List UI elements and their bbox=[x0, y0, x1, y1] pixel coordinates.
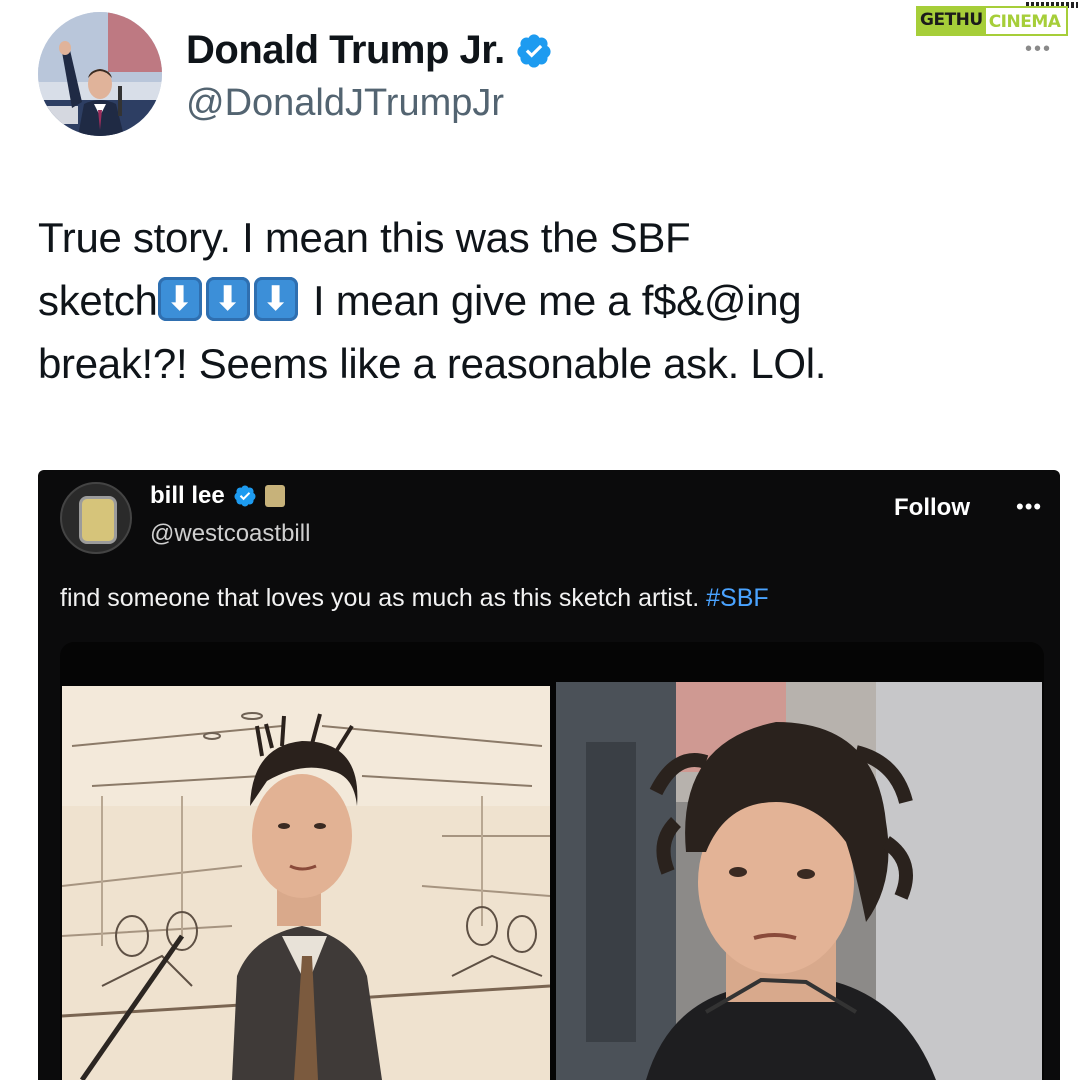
profile-photo bbox=[38, 12, 162, 136]
author-avatar[interactable] bbox=[38, 12, 162, 136]
embedded-author-handle[interactable]: @westcoastbill bbox=[150, 520, 310, 548]
tweet-line-1: True story. I mean this was the SBF bbox=[38, 214, 691, 261]
down-arrow-icon bbox=[205, 277, 250, 321]
down-arrow-icon bbox=[157, 277, 202, 321]
photo-image[interactable] bbox=[556, 682, 1042, 1080]
embedded-name-row: bill lee bbox=[150, 482, 285, 510]
more-options-icon[interactable]: ••• bbox=[1025, 38, 1052, 61]
watermark-part1: GETHU bbox=[916, 6, 986, 36]
tweet-line-2: sketch I mean give me a f$&@ing bbox=[38, 269, 1038, 332]
tweet-text: True story. I mean this was the SBF sket… bbox=[38, 206, 1038, 395]
media-grid bbox=[60, 642, 1044, 1080]
coin-icon bbox=[79, 496, 117, 544]
down-arrow-icon bbox=[253, 277, 298, 321]
follow-button[interactable]: Follow bbox=[894, 494, 970, 522]
tweet-line-2-start: sketch bbox=[38, 277, 158, 324]
author-handle[interactable]: @DonaldJTrumpJr bbox=[186, 82, 504, 125]
embedded-text-body: find someone that loves you as much as t… bbox=[60, 584, 707, 612]
tweet-line-2-end: I mean give me a f$&@ing bbox=[301, 277, 802, 324]
embedded-post-text: find someone that loves you as much as t… bbox=[60, 584, 769, 613]
courtroom-sketch-image[interactable] bbox=[62, 686, 550, 1080]
verified-badge-icon bbox=[517, 33, 551, 68]
author-name[interactable]: Donald Trump Jr. bbox=[186, 28, 505, 73]
verified-badge-icon bbox=[234, 485, 256, 507]
more-options-icon[interactable]: ••• bbox=[1016, 494, 1042, 520]
author-name-row: Donald Trump Jr. bbox=[186, 28, 553, 73]
hashtag-link[interactable]: #SBF bbox=[706, 584, 769, 612]
embedded-post[interactable]: bill lee @westcoastbill Follow ••• find … bbox=[38, 470, 1060, 1080]
affiliate-badge-icon bbox=[264, 485, 285, 507]
embedded-author-avatar[interactable] bbox=[60, 482, 132, 554]
watermark-logo: GETHU CINEMA ••• bbox=[916, 2, 1078, 60]
embedded-author-name[interactable]: bill lee bbox=[150, 482, 225, 510]
tweet-line-3: break!?! Seems like a reasonable ask. LO… bbox=[38, 340, 827, 387]
watermark-part2: CINEMA bbox=[985, 6, 1069, 36]
